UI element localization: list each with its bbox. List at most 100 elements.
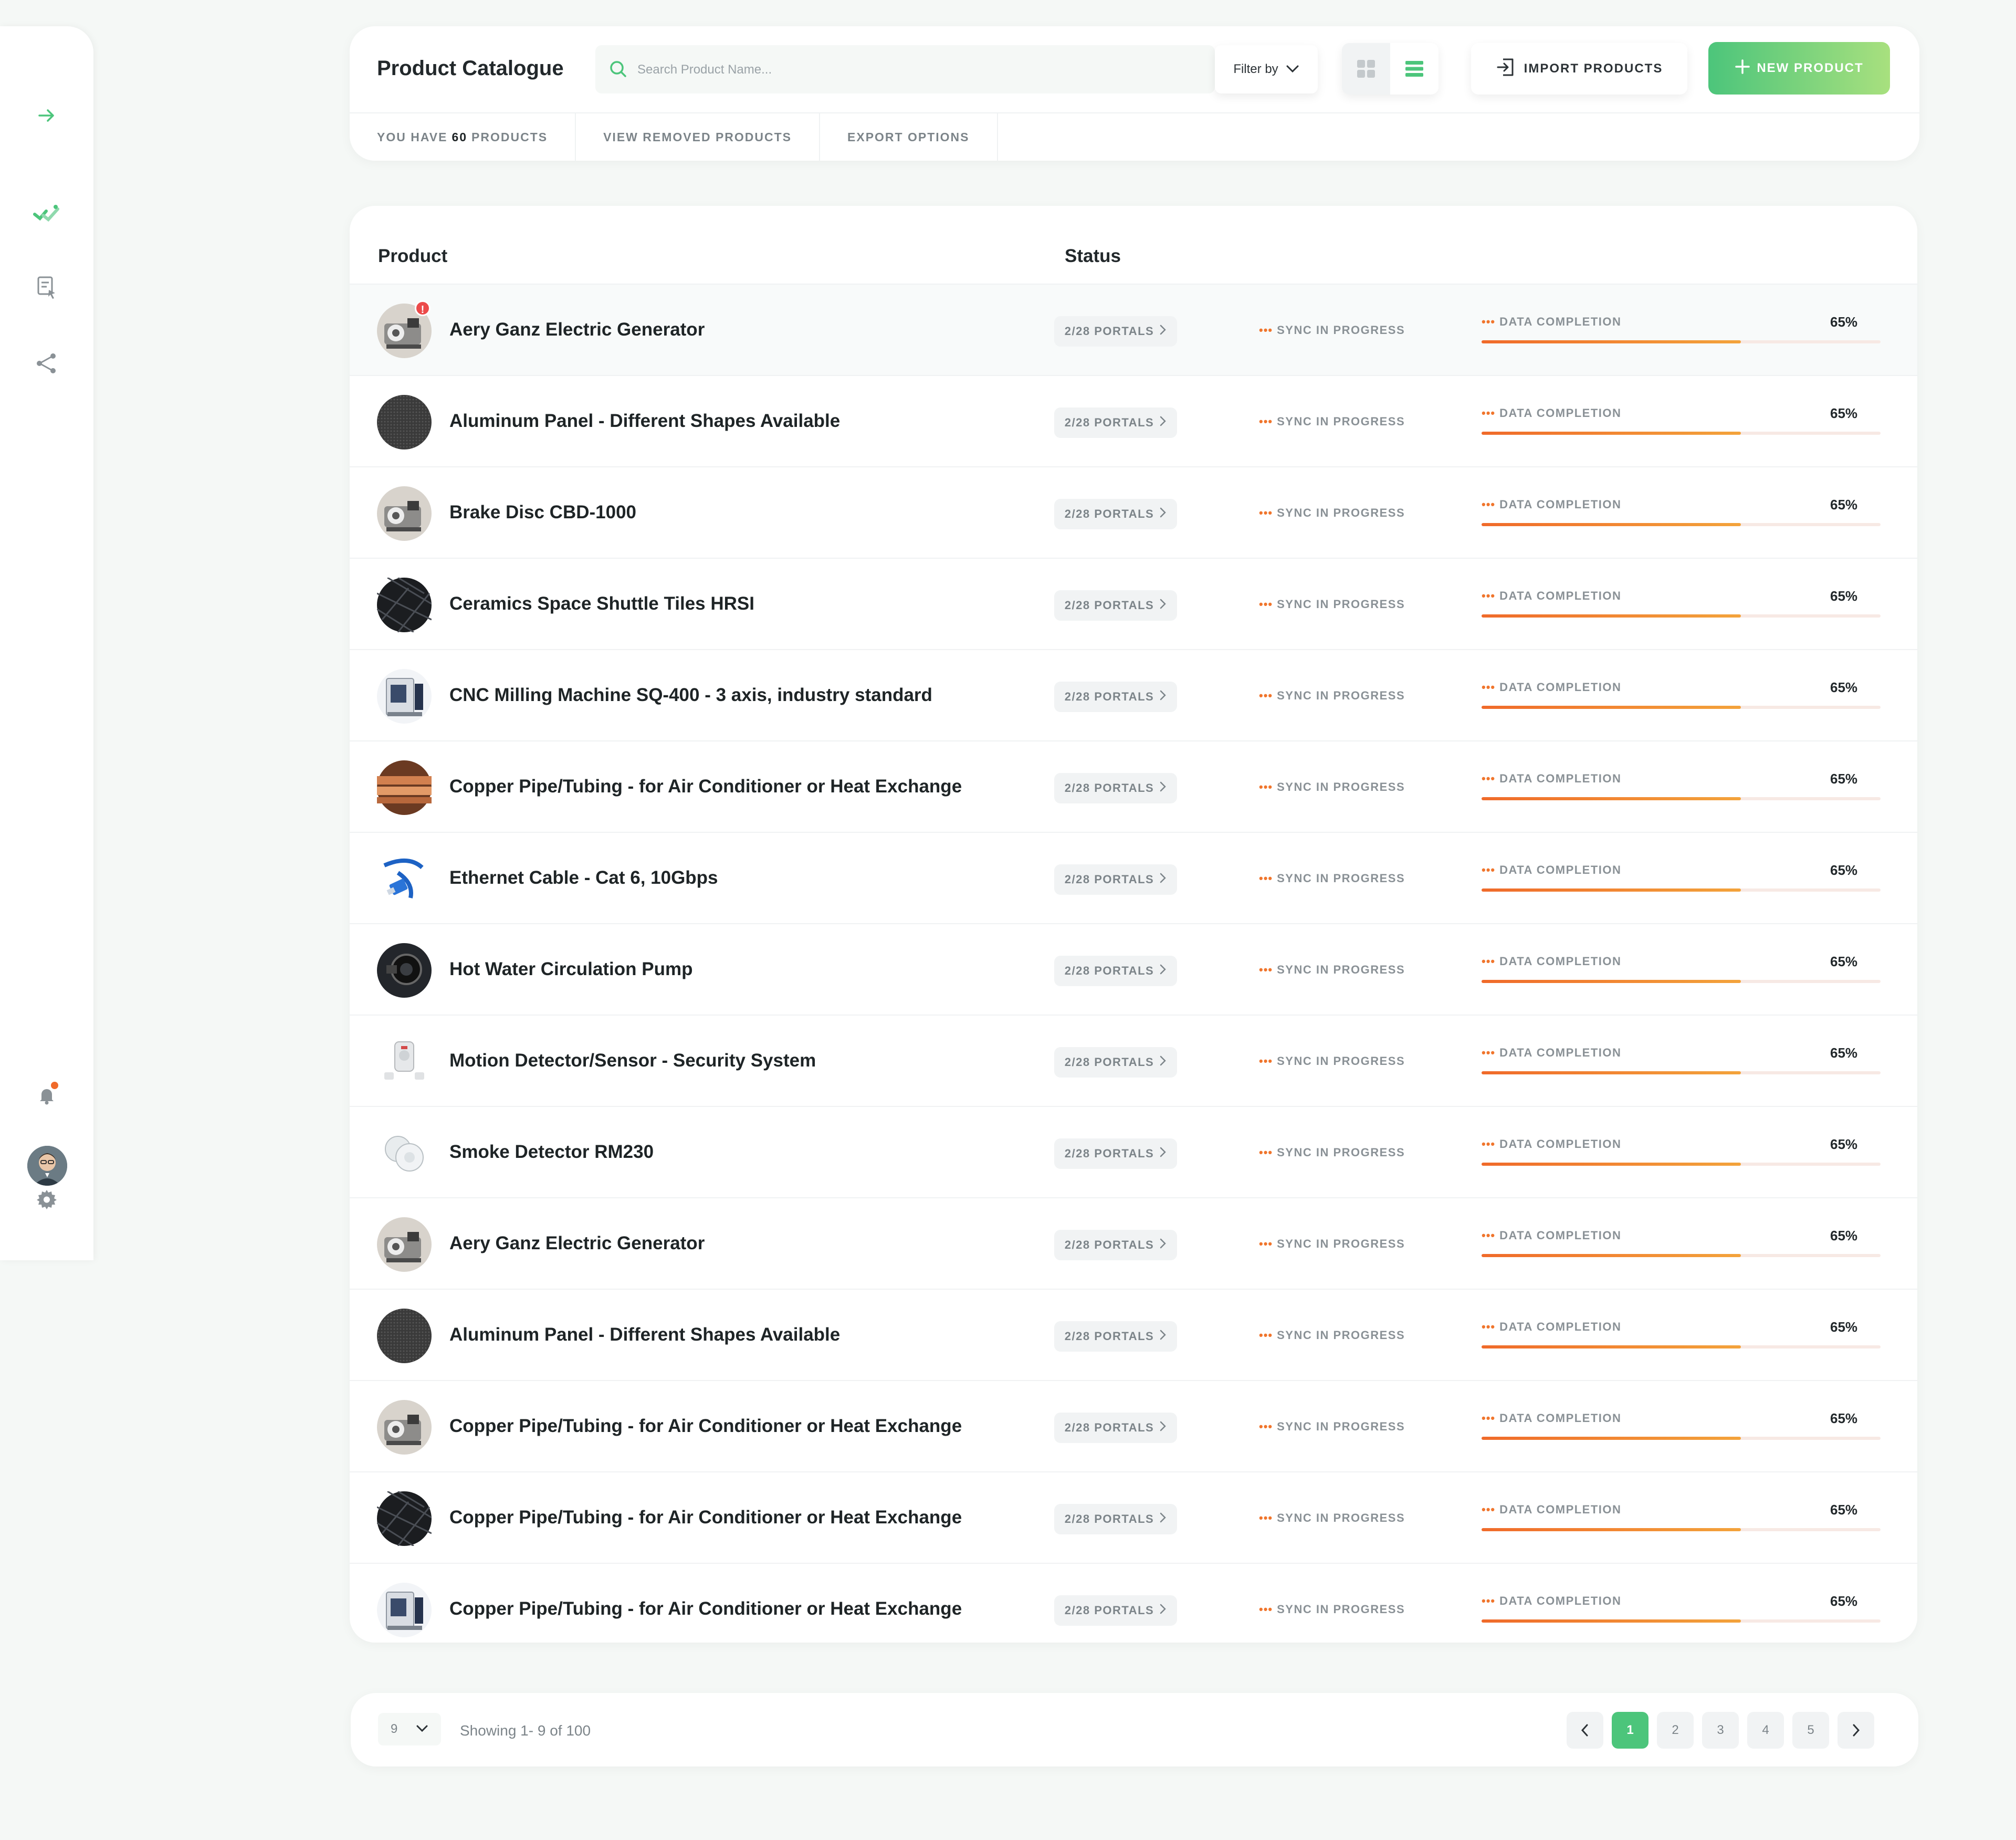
portals-badge[interactable]: 2/28 PORTALS [1054, 1413, 1177, 1443]
product-name[interactable]: Copper Pipe/Tubing - for Air Conditioner… [449, 776, 962, 797]
search-box[interactable] [595, 45, 1215, 95]
table-row[interactable]: Copper Pipe/Tubing - for Air Conditioner… [350, 1471, 1917, 1563]
data-completion-text: DATA COMPLETION [1499, 955, 1622, 968]
portals-label: 2/28 PORTALS [1064, 690, 1154, 703]
data-completion-bar [1482, 340, 1881, 343]
import-products-button[interactable]: IMPORT PRODUCTS [1471, 43, 1687, 95]
data-completion-label: ••• DATA COMPLETION [1482, 772, 1621, 786]
grid-view-button[interactable] [1342, 43, 1390, 95]
product-thumbnail [377, 760, 432, 815]
gear-icon[interactable] [30, 1183, 64, 1216]
table-body: ! Aery Ganz Electric Generator 2/28 PORTAL… [350, 284, 1917, 1654]
chevron-right-icon [1159, 324, 1167, 339]
arrow-right-icon[interactable] [30, 99, 64, 132]
table-row[interactable]: CNC Milling Machine SQ-400 - 3 axis, ind… [350, 649, 1917, 740]
portals-label: 2/28 PORTALS [1064, 325, 1154, 338]
product-name[interactable]: Aluminum Panel - Different Shapes Availa… [449, 411, 840, 432]
data-completion-text: DATA COMPLETION [1499, 1229, 1622, 1242]
data-completion-text: DATA COMPLETION [1499, 589, 1622, 602]
portals-badge[interactable]: 2/28 PORTALS [1054, 407, 1177, 438]
product-name[interactable]: Motion Detector/Sensor - Security System [449, 1050, 816, 1071]
table-row[interactable]: Ethernet Cable - Cat 6, 10Gbps 2/28 PORTA… [350, 832, 1917, 923]
chevron-right-icon [1159, 1055, 1167, 1070]
search-icon [608, 59, 629, 82]
share-icon[interactable] [30, 347, 64, 380]
sub-navigation: YOU HAVE 60 PRODUCTS VIEW REMOVED PRODUC… [350, 113, 998, 161]
list-view-button[interactable] [1390, 43, 1438, 95]
portals-badge[interactable]: 2/28 PORTALS [1054, 499, 1177, 529]
table-row[interactable]: Smoke Detector RM230 2/28 PORTALS ••• SYNC … [350, 1106, 1917, 1197]
product-thumbnail [377, 1583, 432, 1637]
chevron-left-icon [1581, 1724, 1588, 1737]
product-name[interactable]: Aery Ganz Electric Generator [449, 1233, 705, 1254]
next-page-button[interactable] [1838, 1712, 1874, 1749]
product-thumbnail [377, 1126, 432, 1180]
product-name[interactable]: Ceramics Space Shuttle Tiles HRSI [449, 593, 754, 614]
data-completion-label: ••• DATA COMPLETION [1482, 498, 1621, 511]
product-name[interactable]: Brake Disc CBD-1000 [449, 502, 636, 523]
page-button-4[interactable]: 4 [1747, 1712, 1784, 1749]
product-name[interactable]: Aery Ganz Electric Generator [449, 319, 705, 340]
page-button-5[interactable]: 5 [1792, 1712, 1829, 1749]
portals-badge[interactable]: 2/28 PORTALS [1054, 316, 1177, 347]
document-pointer-icon[interactable] [30, 271, 64, 305]
product-name[interactable]: Copper Pipe/Tubing - for Air Conditioner… [449, 1507, 962, 1528]
product-name[interactable]: Ethernet Cable - Cat 6, 10Gbps [449, 867, 718, 888]
portals-badge[interactable]: 2/28 PORTALS [1054, 590, 1177, 621]
portals-badge[interactable]: 2/28 PORTALS [1054, 1230, 1177, 1260]
per-page-select[interactable]: 9 [378, 1713, 441, 1745]
table-row[interactable]: ! Aery Ganz Electric Generator 2/28 PORTAL… [350, 284, 1917, 375]
portals-badge[interactable]: 2/28 PORTALS [1054, 1504, 1177, 1534]
portals-badge[interactable]: 2/28 PORTALS [1054, 1595, 1177, 1626]
data-completion-percent: 65% [1830, 1319, 1858, 1335]
table-row[interactable]: Copper Pipe/Tubing - for Air Conditioner… [350, 1380, 1917, 1471]
sync-label: SYNC IN PROGRESS [1277, 1054, 1405, 1068]
product-name[interactable]: Aluminum Panel - Different Shapes Availa… [449, 1324, 840, 1345]
prev-page-button[interactable] [1567, 1712, 1603, 1749]
product-name[interactable]: Smoke Detector RM230 [449, 1142, 654, 1163]
progress-dots-icon: ••• [1482, 772, 1496, 785]
tag-icon[interactable] [30, 196, 64, 230]
portals-badge[interactable]: 2/28 PORTALS [1054, 956, 1177, 986]
data-completion-label: ••• DATA COMPLETION [1482, 863, 1621, 877]
table-row[interactable]: Ceramics Space Shuttle Tiles HRSI 2/28 PO… [350, 558, 1917, 649]
sync-label: SYNC IN PROGRESS [1277, 872, 1405, 885]
table-row[interactable]: Copper Pipe/Tubing - for Air Conditioner… [350, 1563, 1917, 1654]
product-name[interactable]: Copper Pipe/Tubing - for Air Conditioner… [449, 1416, 962, 1437]
search-input[interactable] [636, 45, 1195, 95]
table-row[interactable]: Motion Detector/Sensor - Security System… [350, 1015, 1917, 1106]
header-card: Product Catalogue Filter by IMPORT PRODU… [350, 26, 1919, 161]
page-button-2[interactable]: 2 [1657, 1712, 1694, 1749]
portals-badge[interactable]: 2/28 PORTALS [1054, 773, 1177, 803]
product-name[interactable]: Copper Pipe/Tubing - for Air Conditioner… [449, 1598, 962, 1619]
portals-badge[interactable]: 2/28 PORTALS [1054, 1321, 1177, 1352]
data-completion-percent: 65% [1830, 588, 1858, 604]
table-row[interactable]: Aluminum Panel - Different Shapes Availa… [350, 1289, 1917, 1380]
new-product-button[interactable]: NEW PRODUCT [1708, 42, 1890, 95]
table-row[interactable]: Hot Water Circulation Pump 2/28 PORTALS ••… [350, 923, 1917, 1015]
filter-dropdown[interactable]: Filter by [1215, 45, 1318, 93]
portals-badge[interactable]: 2/28 PORTALS [1054, 1047, 1177, 1078]
bell-icon[interactable] [30, 1079, 64, 1112]
table-row[interactable]: Brake Disc CBD-1000 2/28 PORTALS ••• SYNC I… [350, 466, 1917, 558]
export-options-link[interactable]: EXPORT OPTIONS [820, 113, 998, 161]
view-removed-products-link[interactable]: VIEW REMOVED PRODUCTS [576, 113, 821, 161]
data-completion-label: ••• DATA COMPLETION [1482, 1046, 1621, 1060]
sync-label: SYNC IN PROGRESS [1277, 415, 1405, 428]
page-button-3[interactable]: 3 [1702, 1712, 1739, 1749]
table-row[interactable]: Aluminum Panel - Different Shapes Availa… [350, 375, 1917, 466]
sync-status: ••• SYNC IN PROGRESS [1259, 1054, 1405, 1068]
table-row[interactable]: Copper Pipe/Tubing - for Air Conditioner… [350, 740, 1917, 832]
sync-label: SYNC IN PROGRESS [1277, 689, 1405, 702]
portals-badge[interactable]: 2/28 PORTALS [1054, 682, 1177, 712]
portals-badge[interactable]: 2/28 PORTALS [1054, 1138, 1177, 1169]
portals-badge[interactable]: 2/28 PORTALS [1054, 864, 1177, 895]
avatar[interactable] [27, 1146, 67, 1186]
chevron-right-icon [1853, 1724, 1860, 1737]
page-button-1[interactable]: 1 [1612, 1712, 1648, 1749]
product-name[interactable]: CNC Milling Machine SQ-400 - 3 axis, ind… [449, 685, 932, 706]
table-row[interactable]: Aery Ganz Electric Generator 2/28 PORTALS… [350, 1197, 1917, 1289]
sync-label: SYNC IN PROGRESS [1277, 1603, 1405, 1616]
sync-status: ••• SYNC IN PROGRESS [1259, 780, 1405, 794]
product-name[interactable]: Hot Water Circulation Pump [449, 959, 692, 980]
